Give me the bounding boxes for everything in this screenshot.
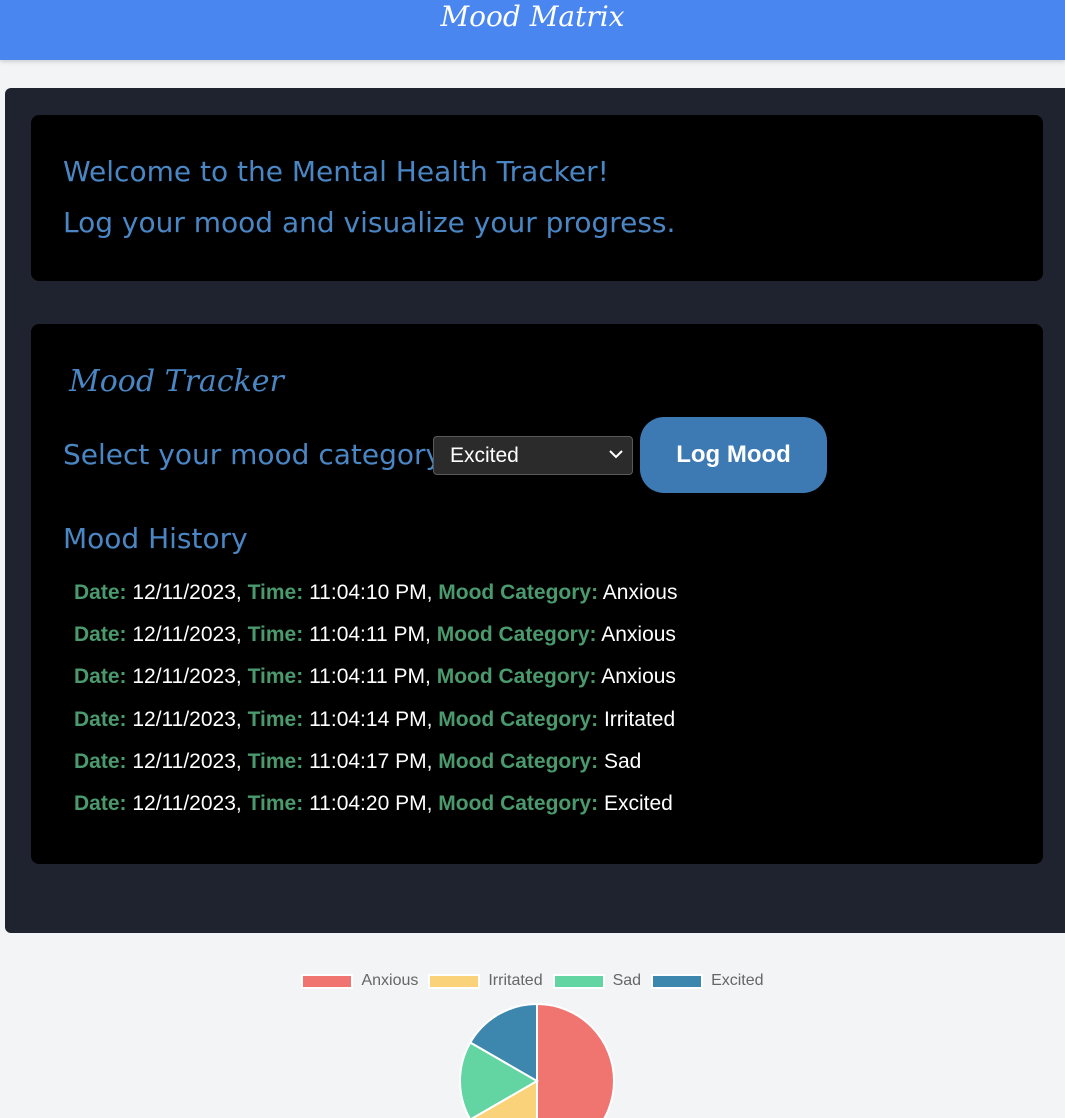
mood-value: Excited (603, 791, 673, 815)
mood-label: Mood Category: (438, 791, 599, 815)
history-entry: Date: 12/11/2023, Time: 11:04:14 PM, Moo… (74, 707, 676, 731)
mood-value: Anxious (602, 581, 678, 604)
time-label: Time: (247, 623, 304, 647)
legend-item[interactable]: Excited (651, 972, 764, 990)
date-label: Date: (74, 623, 127, 647)
mood-tracker-title: Mood Tracker (69, 364, 284, 399)
date-value: 12/11/2023 (132, 707, 236, 731)
welcome-card: Welcome to the Mental Health Tracker! Lo… (31, 115, 1043, 281)
mood-label: Mood Category: (438, 707, 599, 731)
mood-value: Anxious (601, 623, 676, 647)
time-label: Time: (247, 791, 304, 815)
legend-item[interactable]: Anxious (301, 972, 418, 990)
pie-slice-excited[interactable] (468, 1002, 538, 1083)
history-entry: Date: 12/11/2023, Time: 11:04:20 PM, Moo… (74, 791, 673, 815)
date-label: Date: (74, 791, 127, 815)
history-entry: Date: 12/11/2023, Time: 11:04:11 PM, Moo… (74, 623, 676, 647)
date-value: 12/11/2023 (132, 623, 236, 647)
time-value: 11:04:20 PM (309, 791, 427, 815)
history-entry: Date: 12/11/2023, Time: 11:04:11 PM, Moo… (74, 665, 676, 689)
legend-label: Excited (711, 972, 764, 989)
legend-label: Anxious (361, 972, 419, 989)
time-label: Time: (247, 665, 304, 689)
app-title: Mood Matrix (440, 0, 625, 33)
date-value: 12/11/2023 (132, 791, 236, 815)
log-mood-button[interactable]: Log Mood (640, 417, 827, 493)
legend-swatch (428, 973, 481, 989)
mood-value: Sad (603, 749, 642, 773)
pie-slice-sad[interactable] (459, 1041, 540, 1118)
date-label: Date: (74, 665, 127, 689)
mood-label: Mood Category: (436, 665, 597, 689)
chevron-down-icon (609, 450, 623, 459)
mood-select-value: Excited (450, 444, 519, 467)
history-entry: Date: 12/11/2023, Time: 11:04:17 PM, Moo… (74, 749, 642, 773)
mood-tracker-card: Mood Tracker Select your mood category: … (31, 324, 1043, 864)
legend-swatch (651, 973, 704, 989)
date-value: 12/11/2023 (132, 665, 236, 689)
time-value: 11:04:17 PM (309, 749, 427, 773)
legend-item[interactable]: Sad (552, 972, 642, 990)
chart-legend: Anxious Irritated Sad Excited (0, 972, 1065, 990)
pie-slice-irritated[interactable] (470, 1079, 538, 1118)
legend-label: Irritated (488, 972, 543, 989)
main-panel: Welcome to the Mental Health Tracker! Lo… (5, 88, 1065, 933)
time-label: Time: (247, 581, 304, 604)
pie-slice-anxious[interactable] (536, 1002, 615, 1118)
time-value: 11:04:11 PM (309, 665, 426, 689)
welcome-subheading: Log your mood and visualize your progres… (63, 206, 676, 239)
legend-swatch (552, 973, 605, 989)
time-value: 11:04:14 PM (309, 707, 427, 731)
app-header: Mood Matrix (0, 0, 1065, 60)
mood-label: Mood Category: (436, 623, 597, 647)
history-entry: Date: 12/11/2023, Time: 11:04:10 PM, Moo… (74, 581, 678, 604)
mood-value: Irritated (603, 707, 676, 731)
date-label: Date: (74, 581, 127, 604)
mood-category-select[interactable]: Excited (433, 436, 633, 475)
time-value: 11:04:11 PM (309, 623, 426, 647)
mood-label: Mood Category: (438, 581, 599, 604)
time-label: Time: (247, 707, 304, 731)
legend-item[interactable]: Irritated (428, 972, 543, 990)
date-label: Date: (74, 707, 127, 731)
date-label: Date: (74, 749, 127, 773)
date-value: 12/11/2023 (132, 749, 236, 773)
date-value: 12/11/2023 (132, 581, 236, 604)
mood-value: Anxious (601, 665, 676, 689)
welcome-heading: Welcome to the Mental Health Tracker! (63, 155, 609, 188)
time-label: Time: (247, 749, 304, 773)
mood-history-title: Mood History (63, 522, 248, 555)
time-value: 11:04:10 PM (309, 581, 427, 604)
mood-label: Mood Category: (438, 749, 599, 773)
legend-label: Sad (612, 972, 642, 989)
legend-swatch (301, 973, 354, 989)
mood-category-label: Select your mood category: (63, 438, 450, 471)
mood-history-list: Date: 12/11/2023, Time: 11:04:10 PM, Moo… (74, 580, 678, 833)
